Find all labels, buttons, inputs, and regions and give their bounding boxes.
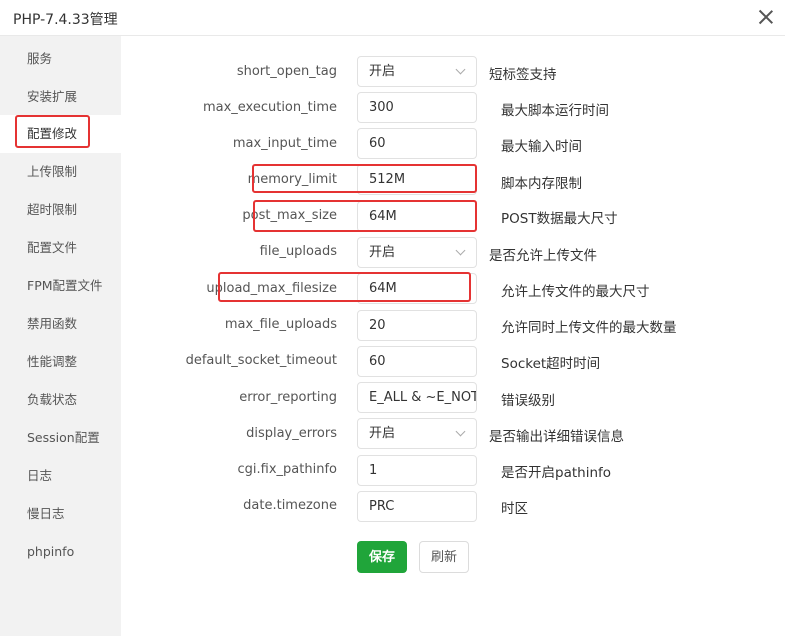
cgi-fix-pathinfo-input[interactable]: 1 — [357, 455, 477, 486]
max-input-time-input[interactable]: 60 — [357, 128, 477, 159]
max-file-uploads-input[interactable]: 20 — [357, 310, 477, 341]
title-bar: PHP-7.4.33管理 — [0, 0, 785, 36]
config-label: max_file_uploads — [224, 317, 337, 332]
config-label: upload_max_filesize — [206, 281, 337, 296]
sidebar-item-phpinfo[interactable]: phpinfo — [0, 533, 121, 571]
config-label: memory_limit — [247, 172, 337, 187]
config-description: 是否开启pathinfo — [501, 465, 612, 481]
config-label: file_uploads — [259, 244, 337, 259]
config-label: error_reporting — [239, 390, 337, 405]
select-value: 开启 — [369, 426, 396, 441]
select-value: 开启 — [369, 64, 396, 79]
config-description: 脚本内存限制 — [501, 176, 582, 192]
default-socket-timeout-input[interactable]: 60 — [357, 346, 477, 377]
config-description: 时区 — [501, 501, 528, 517]
sidebar-item-slow-log[interactable]: 慢日志 — [0, 495, 121, 533]
config-description: 错误级别 — [501, 393, 555, 409]
max-execution-time-input[interactable]: 300 — [357, 92, 477, 123]
post-max-size-input[interactable]: 64M — [357, 201, 477, 232]
config-label: max_input_time — [232, 136, 337, 151]
display-errors-select[interactable]: 开启 — [357, 418, 477, 449]
chevron-down-icon — [455, 426, 466, 437]
config-description: 是否允许上传文件 — [489, 248, 597, 264]
upload-max-filesize-input[interactable]: 64M — [357, 273, 477, 304]
config-label: short_open_tag — [236, 64, 337, 79]
config-label: date.timezone — [243, 498, 337, 513]
date-timezone-input[interactable]: PRC — [357, 491, 477, 522]
config-label: display_errors — [246, 426, 337, 441]
config-description: 允许上传文件的最大尺寸 — [501, 284, 650, 300]
close-icon[interactable] — [757, 8, 775, 26]
sidebar-item-config-edit[interactable]: 配置修改 — [0, 115, 121, 153]
sidebar-item-load-status[interactable]: 负载状态 — [0, 381, 121, 419]
file-uploads-select[interactable]: 开启 — [357, 237, 477, 268]
sidebar-item-service[interactable]: 服务 — [0, 40, 121, 78]
sidebar-item-log[interactable]: 日志 — [0, 457, 121, 495]
config-description: POST数据最大尺寸 — [501, 211, 618, 227]
config-description: 允许同时上传文件的最大数量 — [501, 320, 677, 336]
config-label: max_execution_time — [202, 100, 337, 115]
config-description: 最大输入时间 — [501, 139, 582, 155]
sidebar-item-performance[interactable]: 性能调整 — [0, 343, 121, 381]
sidebar-item-session-config[interactable]: Session配置 — [0, 419, 121, 457]
sidebar-item-fpm-config[interactable]: FPM配置文件 — [0, 267, 121, 305]
save-button[interactable]: 保存 — [357, 541, 407, 573]
sidebar-item-timeout-limit[interactable]: 超时限制 — [0, 191, 121, 229]
window-title: PHP-7.4.33管理 — [13, 12, 118, 28]
sidebar-item-disabled-functions[interactable]: 禁用函数 — [0, 305, 121, 343]
error-reporting-input[interactable]: E_ALL & ~E_NOTICE — [357, 382, 477, 413]
chevron-down-icon — [455, 64, 466, 75]
sidebar-item-install-extension[interactable]: 安装扩展 — [0, 78, 121, 116]
config-label: default_socket_timeout — [185, 353, 337, 368]
config-description: Socket超时时间 — [501, 356, 601, 372]
config-label: cgi.fix_pathinfo — [237, 462, 337, 477]
sidebar-item-upload-limit[interactable]: 上传限制 — [0, 153, 121, 191]
config-label: post_max_size — [242, 208, 337, 223]
config-description: 是否输出详细错误信息 — [489, 429, 624, 445]
config-description: 短标签支持 — [489, 67, 557, 83]
sidebar: 服务 安装扩展 配置修改 上传限制 超时限制 配置文件 FPM配置文件 禁用函数… — [0, 36, 121, 636]
select-value: 开启 — [369, 245, 396, 260]
sidebar-item-config-file[interactable]: 配置文件 — [0, 229, 121, 267]
memory-limit-input[interactable]: 512M — [357, 164, 477, 195]
refresh-button[interactable]: 刷新 — [419, 541, 469, 573]
short-open-tag-select[interactable]: 开启 — [357, 56, 477, 87]
chevron-down-icon — [455, 245, 466, 256]
config-description: 最大脚本运行时间 — [501, 103, 609, 119]
